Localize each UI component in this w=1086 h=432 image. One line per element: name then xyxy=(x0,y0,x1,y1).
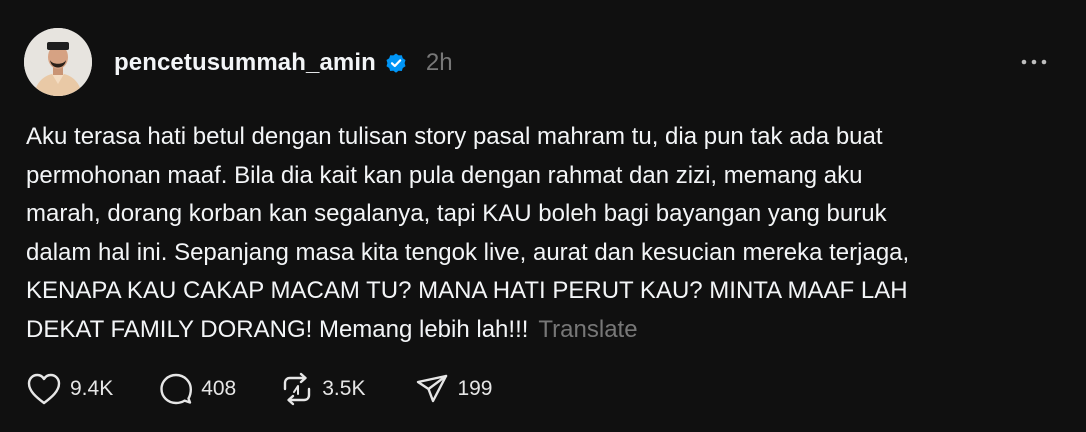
like-button[interactable]: 9.4K xyxy=(26,372,113,406)
share-count: 199 xyxy=(457,377,493,400)
translate-link[interactable]: Translate xyxy=(538,316,637,343)
repost-button[interactable]: 3.5K xyxy=(280,372,365,406)
like-count: 9.4K xyxy=(70,377,114,400)
verified-badge-icon xyxy=(384,51,408,75)
heart-icon xyxy=(26,372,62,406)
avatar-image xyxy=(24,28,92,96)
avatar[interactable] xyxy=(24,28,92,96)
more-icon[interactable] xyxy=(1020,50,1048,74)
comment-button[interactable]: 408 xyxy=(159,372,236,406)
comment-icon xyxy=(159,372,193,406)
post-time: 2h xyxy=(425,49,453,76)
share-icon xyxy=(415,372,449,406)
post-text: Aku terasa hati betul dengan tulisan sto… xyxy=(26,123,910,343)
repost-icon xyxy=(280,372,314,406)
action-bar: 9.4K 408 3.5K 199 xyxy=(26,370,527,408)
post-body: Aku terasa hati betul dengan tulisan sto… xyxy=(26,118,1036,350)
post-header: pencetusummah_amin 2h xyxy=(114,46,453,80)
share-button[interactable]: 199 xyxy=(415,372,493,406)
comment-count: 408 xyxy=(201,377,237,400)
username[interactable]: pencetusummah_amin xyxy=(114,49,376,77)
threads-post: pencetusummah_amin 2h Aku terasa hati be… xyxy=(0,0,1086,432)
repost-count: 3.5K xyxy=(322,377,366,400)
